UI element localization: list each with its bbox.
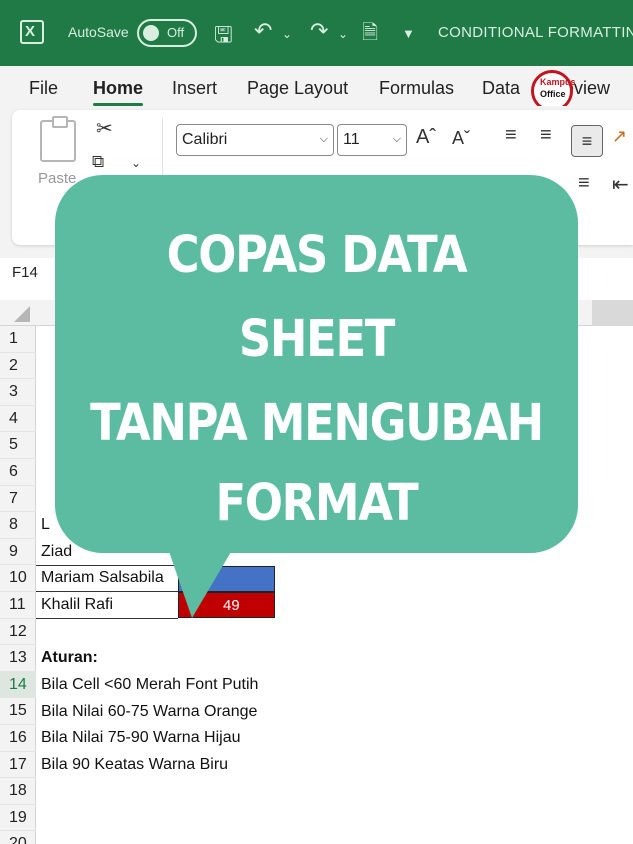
overlay-line-1: COPAS DATA bbox=[166, 226, 468, 285]
overlay-line-2: SHEET bbox=[238, 310, 396, 369]
overlay-line-4: FORMAT bbox=[215, 474, 419, 533]
bubble-tail-shape bbox=[165, 540, 238, 618]
overlay-line-3: TANPA MENGUBAH bbox=[90, 394, 544, 453]
